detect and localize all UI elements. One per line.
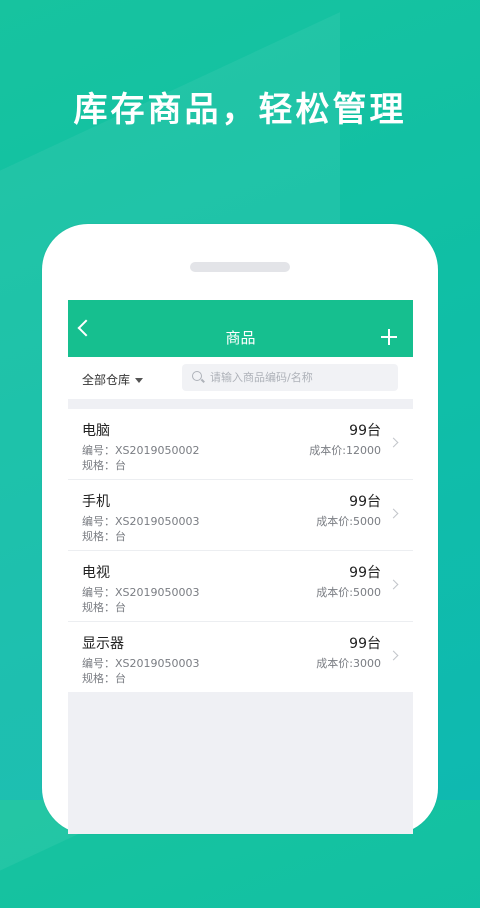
product-cost: 成本价:3000 — [316, 657, 381, 670]
product-quantity: 99台 — [349, 494, 381, 510]
section-gap — [68, 399, 413, 409]
chevron-right-icon — [388, 437, 399, 448]
product-spec: 规格：台 — [82, 601, 126, 614]
nav-bar: 商品 — [68, 300, 413, 357]
product-name: 手机 — [82, 494, 110, 510]
page-title: 商品 — [225, 329, 256, 347]
search-input[interactable] — [210, 364, 390, 391]
product-spec: 规格：台 — [82, 530, 126, 543]
product-quantity: 99台 — [349, 565, 381, 581]
product-quantity: 99台 — [349, 423, 381, 439]
product-cost: 成本价:5000 — [316, 515, 381, 528]
product-quantity: 99台 — [349, 636, 381, 652]
app-screen: 商品 全部仓库 电脑 编号：XS2019050002 规格：台 99台 成本价:… — [68, 300, 413, 834]
product-cost: 成本价:5000 — [316, 586, 381, 599]
product-cost: 成本价:12000 — [309, 444, 381, 457]
product-row[interactable]: 手机 编号：XS2019050003 规格：台 99台 成本价:5000 — [68, 480, 413, 551]
chevron-right-icon — [388, 508, 399, 519]
phone-speaker — [190, 262, 290, 272]
product-row[interactable]: 显示器 编号：XS2019050003 规格：台 99台 成本价:3000 — [68, 622, 413, 692]
filter-bar: 全部仓库 — [68, 357, 413, 399]
chevron-right-icon — [388, 650, 399, 661]
product-row[interactable]: 电视 编号：XS2019050003 规格：台 99台 成本价:5000 — [68, 551, 413, 622]
search-box[interactable] — [182, 364, 398, 391]
promo-headline: 库存商品，轻松管理 — [73, 90, 407, 130]
product-name: 电脑 — [82, 423, 110, 439]
product-spec: 规格：台 — [82, 672, 126, 685]
warehouse-dropdown[interactable]: 全部仓库 — [82, 371, 144, 388]
chevron-right-icon — [388, 579, 399, 590]
product-name: 电视 — [82, 565, 110, 581]
product-name: 显示器 — [82, 636, 124, 652]
phone-mockup: 商品 全部仓库 电脑 编号：XS2019050002 规格：台 99台 成本价:… — [42, 224, 438, 834]
product-code: 编号：XS2019050002 — [82, 444, 200, 457]
add-icon[interactable] — [381, 329, 397, 345]
product-code: 编号：XS2019050003 — [82, 657, 200, 670]
product-list: 电脑 编号：XS2019050002 规格：台 99台 成本价:12000 手机… — [68, 409, 413, 692]
product-spec: 规格：台 — [82, 459, 126, 472]
product-row[interactable]: 电脑 编号：XS2019050002 规格：台 99台 成本价:12000 — [68, 409, 413, 480]
product-code: 编号：XS2019050003 — [82, 586, 200, 599]
product-code: 编号：XS2019050003 — [82, 515, 200, 528]
caret-down-icon — [135, 378, 144, 383]
search-icon — [192, 371, 202, 381]
warehouse-label: 全部仓库 — [82, 373, 131, 387]
